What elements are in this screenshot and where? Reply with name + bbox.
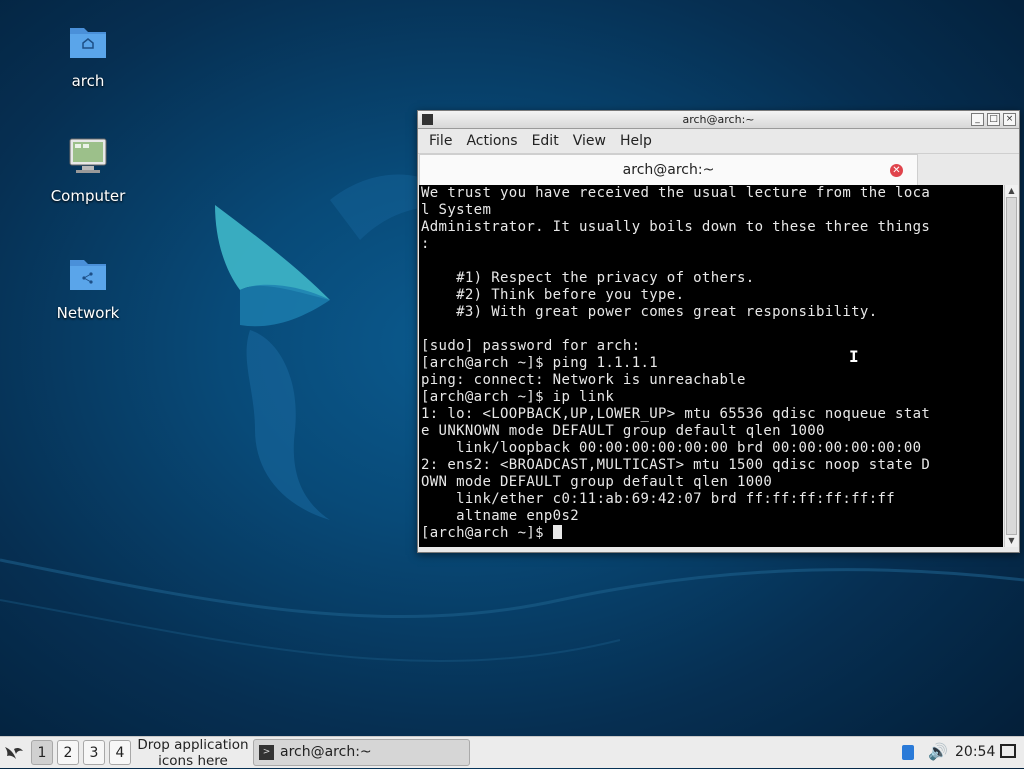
network-tray-icon[interactable] (902, 745, 914, 760)
scroll-up-icon[interactable]: ▲ (1005, 185, 1018, 197)
tab-close-icon[interactable]: ✕ (890, 164, 903, 177)
clock[interactable]: 20:54 (955, 744, 995, 760)
workspace-2-button[interactable]: 2 (57, 740, 79, 765)
tab-title: arch@arch:~ (622, 162, 715, 178)
taskbar: 1 2 3 4 Drop application icons here > ar… (0, 736, 1024, 769)
start-menu-icon[interactable] (2, 741, 26, 765)
desktop-icon-computer[interactable]: Computer (38, 135, 138, 205)
workspace-4-button[interactable]: 4 (109, 740, 131, 765)
terminal-icon: > (259, 745, 274, 760)
menu-help[interactable]: Help (613, 133, 659, 149)
menu-actions[interactable]: Actions (459, 133, 524, 149)
desktop-icon-label: Computer (50, 187, 126, 205)
desktop-icon-label: Network (56, 304, 120, 322)
maximize-button[interactable]: □ (987, 113, 1000, 126)
launcher-drop-hint: Drop application icons here (137, 737, 249, 769)
desktop-icon-home[interactable]: arch (38, 20, 138, 90)
workspace-3-button[interactable]: 3 (83, 740, 105, 765)
menu-file[interactable]: File (422, 133, 459, 149)
home-folder-icon (70, 28, 106, 58)
terminal-tab[interactable]: arch@arch:~ ✕ (419, 154, 918, 186)
show-desktop-icon[interactable] (1000, 744, 1016, 758)
terminal-scrollbar[interactable]: ▲ ▼ (1004, 185, 1018, 547)
network-folder-icon (70, 260, 106, 290)
window-title: arch@arch:~ (682, 113, 755, 126)
scroll-down-icon[interactable]: ▼ (1005, 535, 1018, 547)
terminal-text: We trust you have received the usual lec… (421, 185, 931, 541)
terminal-window[interactable]: arch@arch:~ _ □ × File Actions Edit View… (417, 110, 1020, 553)
tab-bar: arch@arch:~ ✕ (418, 153, 1019, 186)
workspace-1-button[interactable]: 1 (31, 740, 53, 765)
taskbar-window-label: arch@arch:~ (280, 744, 372, 760)
terminal-output[interactable]: We trust you have received the usual lec… (419, 185, 1003, 547)
menu-view[interactable]: View (566, 133, 613, 149)
scroll-thumb[interactable] (1006, 197, 1017, 535)
text-cursor-icon: I (849, 347, 859, 366)
menubar: File Actions Edit View Help (418, 129, 1019, 153)
close-window-button[interactable]: × (1003, 113, 1016, 126)
terminal-cursor (552, 525, 562, 539)
volume-icon[interactable]: 🔊 (928, 742, 948, 761)
computer-icon (69, 138, 107, 173)
desktop-icon-network[interactable]: Network (38, 252, 138, 322)
desktop: arch Computer Network arch@arch:~ _ □ × … (0, 0, 1024, 736)
desktop-icon-label: arch (71, 72, 105, 90)
window-titlebar[interactable]: arch@arch:~ _ □ × (418, 111, 1019, 129)
taskbar-window-button[interactable]: > arch@arch:~ (253, 739, 470, 766)
menu-edit[interactable]: Edit (525, 133, 566, 149)
minimize-button[interactable]: _ (971, 113, 984, 126)
